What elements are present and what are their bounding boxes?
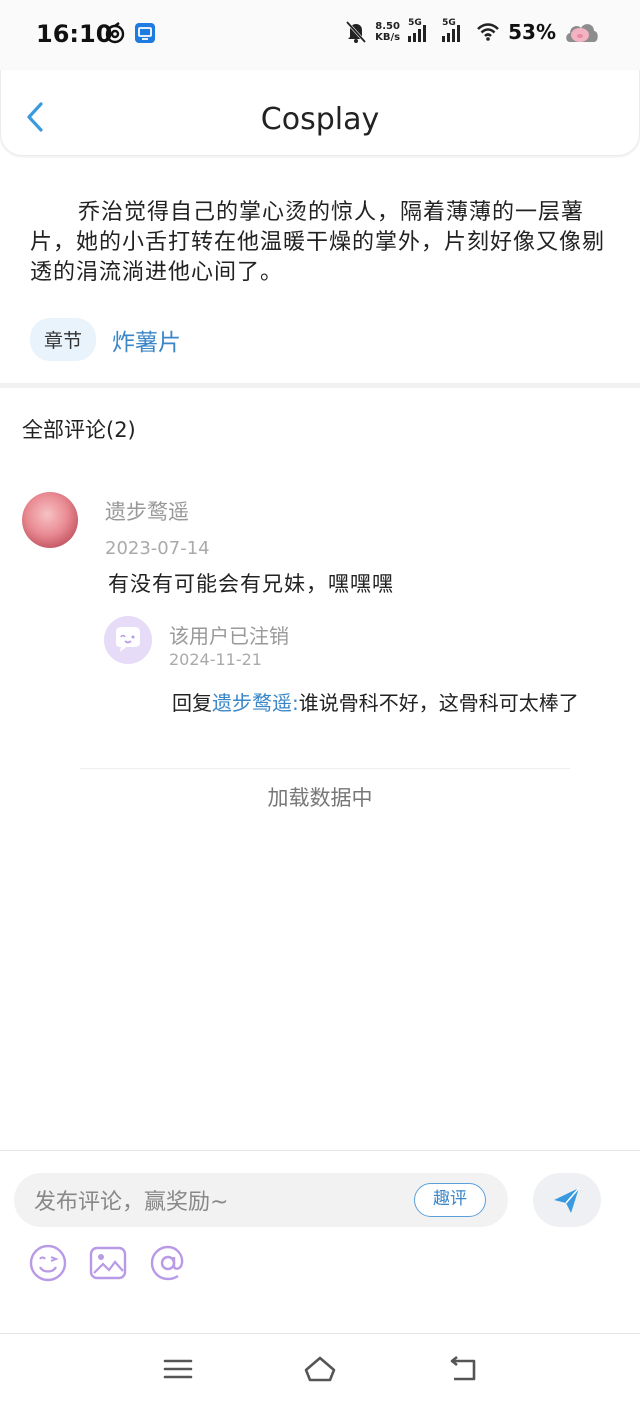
net-speed-unit: KB/s (375, 32, 401, 43)
reply-date: 2024-11-21 (169, 650, 262, 669)
menu-icon[interactable] (160, 1354, 196, 1384)
signal-2: 5G (442, 18, 468, 42)
avatar[interactable] (22, 492, 78, 548)
bell-muted-icon (346, 20, 367, 44)
send-icon (554, 1187, 580, 1213)
divider (80, 768, 570, 769)
comment-date: 2023-07-14 (105, 538, 210, 559)
comment-composer: 发布评论，赢奖励~ 趣评 (0, 1150, 640, 1334)
image-icon[interactable] (88, 1243, 128, 1283)
chapter-badge: 章节 (30, 318, 97, 361)
signal-bar (423, 25, 427, 42)
swirl-app-icon (105, 22, 125, 44)
default-avatar-icon[interactable] (104, 616, 152, 664)
signal-bar (413, 33, 417, 42)
section-divider (0, 383, 640, 388)
status-left-icons (104, 22, 156, 44)
signal-2-label: 5G (442, 18, 456, 28)
signal-1-label: 5G (408, 18, 422, 28)
excerpt-text: 乔治觉得自己的掌心烫的惊人，隔着薄薄的一层薯片，她的小舌打转在他温暖干燥的掌外，… (30, 200, 606, 285)
net-speed-value: 8.50 (375, 21, 400, 32)
signal-bar (442, 36, 446, 42)
page-title: Cosplay (260, 102, 380, 137)
comment-text[interactable]: 有没有可能会有兄妹，嘿嘿嘿 (108, 568, 394, 598)
signal-bar (452, 29, 456, 42)
send-button[interactable] (533, 1173, 601, 1227)
system-nav-bar (0, 1334, 640, 1408)
chapter-link[interactable]: 炸薯片 (112, 323, 181, 357)
wifi-icon (477, 23, 500, 41)
status-time: 16:10 (36, 20, 113, 48)
status-right-icons: 8.50 KB/s 5G 5G 53% (345, 18, 600, 46)
signal-bar (418, 29, 422, 42)
reply-prefix: 回复 (172, 691, 212, 715)
net-speed: 8.50 KB/s (375, 21, 400, 43)
mention-icon[interactable] (148, 1243, 188, 1283)
emoji-icon[interactable] (28, 1243, 68, 1283)
signal-bar (447, 33, 451, 42)
loading-text: 加载数据中 (267, 786, 373, 810)
signal-1: 5G (408, 18, 434, 42)
top-app-bar: Cosplay (0, 70, 640, 156)
reply-username[interactable]: 该用户已注销 (169, 620, 289, 649)
reply-mention[interactable]: 遗步鹜遥: (212, 691, 299, 715)
battery-percent: 53% (508, 20, 556, 44)
comments-header: 全部评论(2) (22, 418, 136, 442)
cast-app-icon (135, 23, 155, 43)
composer-tools (28, 1243, 188, 1283)
cloud-pig-icon (566, 24, 598, 42)
signal-bar (457, 25, 461, 42)
signal-bar (408, 36, 412, 42)
back-nav-icon[interactable] (444, 1354, 480, 1384)
comment-username[interactable]: 遗步鹜遥 (105, 496, 189, 526)
home-icon[interactable] (302, 1354, 338, 1384)
quping-button[interactable]: 趣评 (414, 1183, 486, 1217)
reply-body: 谁说骨科不好，这骨科可太棒了 (298, 691, 579, 715)
status-bar: 16:10 8.50 KB/s 5G 5G 53% (0, 0, 640, 70)
reply-text[interactable]: 回复遗步鹜遥:谁说骨科不好，这骨科可太棒了 (172, 690, 612, 716)
chapter-row: 章节 炸薯片 (30, 318, 181, 361)
